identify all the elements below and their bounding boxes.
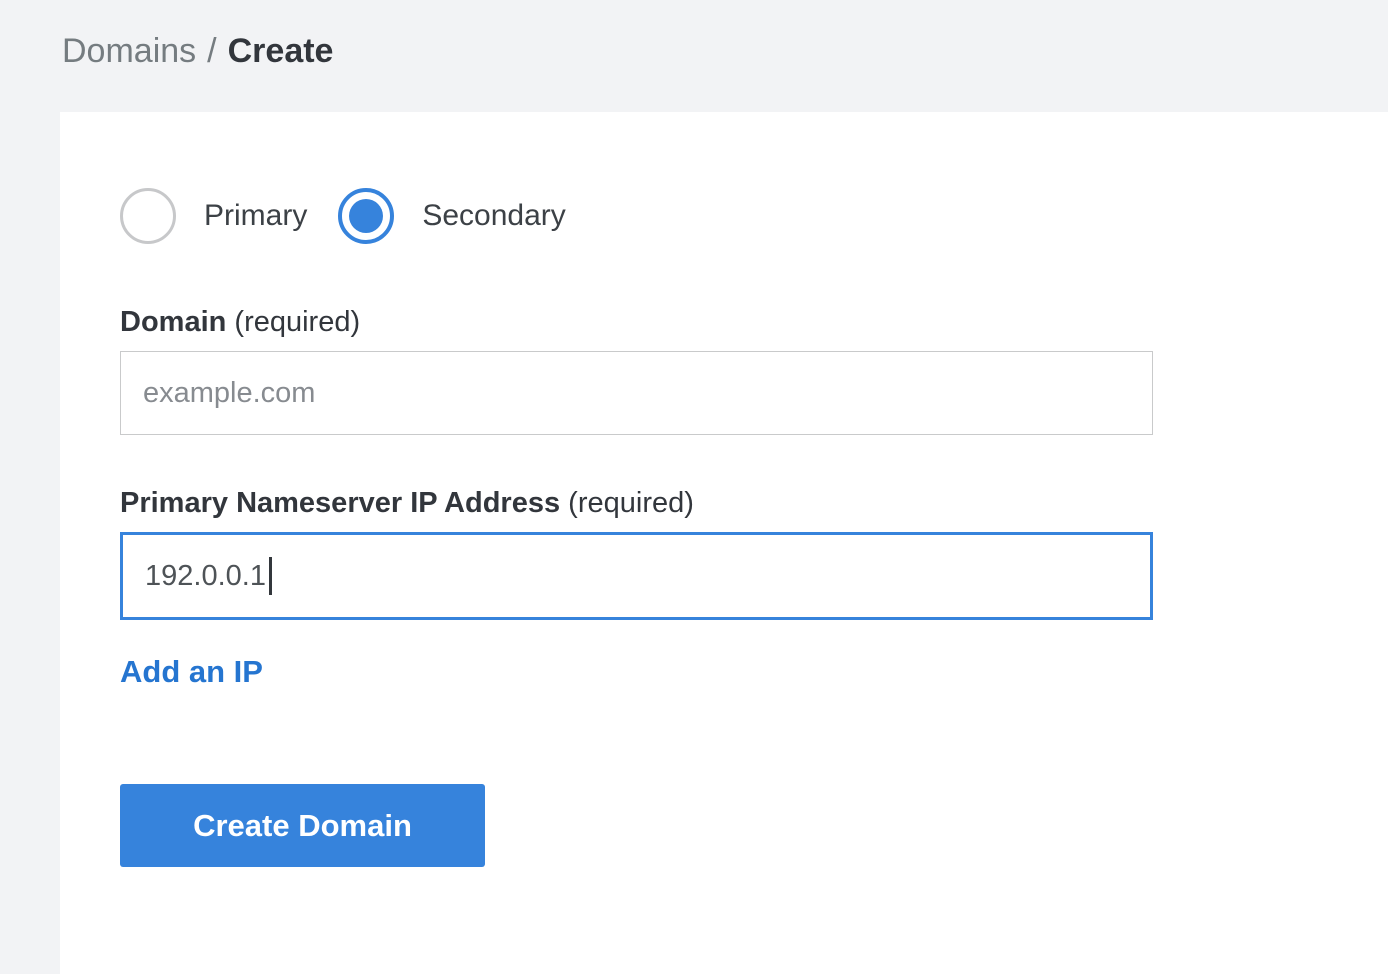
ip-field-group: Primary Nameserver IP Address (required)…	[120, 487, 1328, 620]
radio-label-secondary: Secondary	[422, 199, 565, 233]
add-ip-link[interactable]: Add an IP	[120, 654, 263, 690]
domain-type-radio-group: Primary Secondary	[120, 188, 1328, 244]
ip-input-value: 192.0.0.1	[145, 560, 266, 593]
radio-selected-icon[interactable]	[338, 188, 394, 244]
create-domain-button[interactable]: Create Domain	[120, 784, 485, 867]
radio-label-primary: Primary	[204, 199, 307, 233]
breadcrumb-current-page: Create	[228, 32, 334, 71]
ip-field-label: Primary Nameserver IP Address (required)	[120, 487, 1328, 520]
create-domain-panel: Primary Secondary Domain (required) Prim…	[60, 112, 1388, 974]
ip-label-text: Primary Nameserver IP Address	[120, 487, 560, 519]
radio-option-primary[interactable]: Primary	[120, 188, 307, 244]
domain-input[interactable]	[120, 351, 1153, 435]
primary-nameserver-ip-input[interactable]: 192.0.0.1	[120, 532, 1153, 620]
domain-required-note: (required)	[234, 306, 360, 338]
breadcrumb-domains-link[interactable]: Domains	[62, 32, 196, 71]
radio-dot	[349, 199, 383, 233]
ip-required-note: (required)	[568, 487, 694, 519]
domain-field-group: Domain (required)	[120, 306, 1328, 435]
domain-field-label: Domain (required)	[120, 306, 1328, 339]
text-cursor	[269, 557, 272, 595]
radio-option-secondary[interactable]: Secondary	[338, 188, 565, 244]
domain-label-text: Domain	[120, 306, 226, 338]
radio-unselected-icon[interactable]	[120, 188, 176, 244]
breadcrumb: Domains / Create	[0, 0, 1388, 112]
breadcrumb-separator: /	[207, 32, 216, 71]
